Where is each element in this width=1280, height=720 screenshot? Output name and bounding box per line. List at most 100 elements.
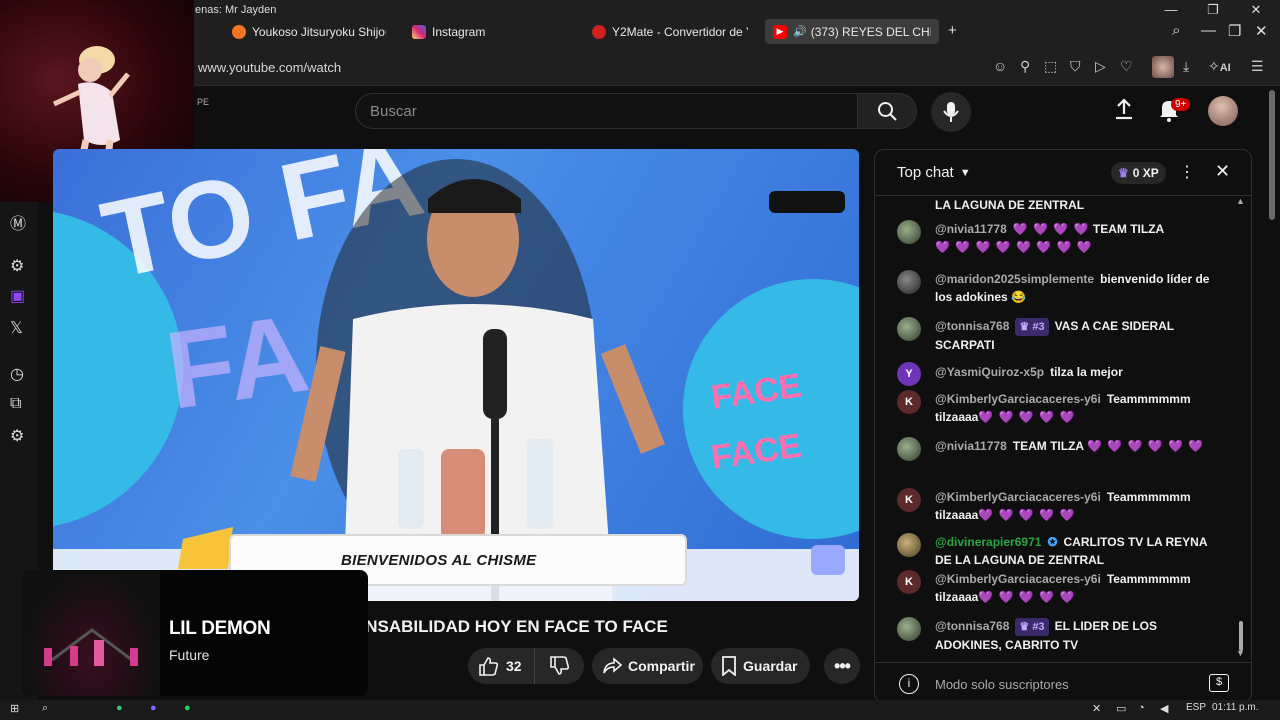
like-dislike-group: 32: [468, 648, 584, 684]
tray-chevron-icon[interactable]: ✕: [1092, 702, 1101, 715]
chat-avatar[interactable]: [897, 617, 921, 641]
more-actions-button[interactable]: •••: [824, 648, 860, 684]
chat-avatar[interactable]: K: [897, 390, 921, 414]
volume-icon[interactable]: ◀: [1160, 702, 1168, 715]
message-text: TEAM TILZA: [1012, 439, 1084, 453]
heart-emojis: 💜 💜 💜 💜 💜: [978, 590, 1076, 604]
search-tabs-icon[interactable]: ⌕: [1172, 22, 1180, 39]
mastodon-icon[interactable]: Ⓜ: [10, 210, 26, 234]
heart-emojis: 💜 💜 💜 💜 💜 💜: [1086, 439, 1205, 453]
chat-avatar[interactable]: [897, 220, 921, 244]
clock[interactable]: 01:11 p.m.: [1212, 702, 1259, 713]
message-author[interactable]: @nivia11778: [935, 222, 1007, 236]
more-icon: •••: [834, 655, 851, 676]
menu-icon[interactable]: ☰: [1251, 58, 1264, 75]
message-author[interactable]: @KimberlyGarciacaceres-y6i: [935, 490, 1101, 504]
instagram-icon: [412, 24, 426, 39]
track-artist: Future: [169, 647, 210, 663]
heart-icon[interactable]: ♡: [1120, 58, 1133, 75]
upload-button[interactable]: [1114, 98, 1134, 125]
heart-emojis: 💜 💜 💜 💜 💜: [978, 410, 1076, 424]
settings-icon[interactable]: ⚙: [10, 426, 24, 446]
minimize-icon[interactable]: —: [1201, 22, 1216, 39]
message-author[interactable]: @maridon2025simplemente: [935, 272, 1094, 286]
scroll-down-icon[interactable]: ▼: [1236, 648, 1245, 658]
chat-message: @KimberlyGarciacaceres-y6i Teammmmmm tilz…: [935, 390, 1225, 426]
tab-instagram[interactable]: Instagram: [404, 19, 574, 44]
xp-badge[interactable]: ♛ 0 XP: [1111, 162, 1166, 184]
pin-icon[interactable]: ⚲: [1020, 58, 1030, 75]
upload-icon: [1116, 98, 1132, 120]
info-icon[interactable]: i: [899, 674, 919, 694]
chat-avatar[interactable]: [897, 533, 921, 557]
close-icon[interactable]: ✕: [1255, 22, 1268, 40]
logo-fragment: PE: [197, 97, 210, 107]
chat-scrollbar-thumb[interactable]: [1239, 621, 1243, 651]
network-icon[interactable]: ▭: [1116, 702, 1126, 715]
os-taskbar: [0, 700, 1280, 720]
start-icon[interactable]: ⊞: [10, 702, 19, 715]
chat-avatar[interactable]: [897, 437, 921, 461]
notification-badge: 9+: [1171, 98, 1191, 111]
like-button[interactable]: 32: [468, 648, 535, 684]
history-icon[interactable]: ◷: [10, 364, 24, 384]
album-art: [22, 570, 160, 696]
wifi-icon[interactable]: ◔: [1138, 702, 1145, 714]
bookmark-icon: [722, 656, 736, 676]
twitch-icon[interactable]: ▣: [10, 286, 25, 306]
voice-search-button[interactable]: [931, 92, 971, 132]
message-author[interactable]: @nivia11778: [935, 439, 1007, 453]
chat-avatar[interactable]: K: [897, 488, 921, 512]
extensions-icon[interactable]: ⧉: [10, 395, 21, 413]
whatsapp-icon[interactable]: ●: [184, 702, 191, 714]
chat-avatar[interactable]: [897, 270, 921, 294]
scroll-up-icon[interactable]: ▲: [1236, 196, 1245, 206]
chat-avatar[interactable]: K: [897, 570, 921, 594]
download-icon[interactable]: ⤓: [1183, 58, 1189, 75]
message-author[interactable]: @tonnisa768: [935, 319, 1009, 333]
dislike-button[interactable]: [535, 648, 583, 684]
tab-y2mate[interactable]: Y2Mate - Convertidor de Y: [584, 19, 756, 44]
chat-mode-dropdown[interactable]: Top chat ▼: [897, 164, 971, 181]
restore-window-icon[interactable]: ❐: [1198, 2, 1228, 18]
spotify-icon[interactable]: ●: [116, 702, 123, 714]
tab-youtube[interactable]: ▶ 🔊 (373) REYES DEL CHIS: [765, 19, 939, 44]
search-button[interactable]: [857, 93, 917, 129]
close-chat-icon[interactable]: ✕: [1215, 161, 1230, 182]
message-author[interactable]: @YasmiQuiroz-x5p: [935, 365, 1044, 379]
subscribers-only-mode: Modo solo suscriptores: [935, 677, 1069, 692]
send-icon[interactable]: ▷: [1095, 58, 1106, 75]
emoji-icon[interactable]: ☺: [993, 58, 1007, 74]
discord-icon[interactable]: ●: [150, 702, 157, 714]
input-language[interactable]: ESP: [1186, 702, 1206, 713]
profile-icon[interactable]: [1152, 56, 1174, 78]
message-author[interactable]: @KimberlyGarciacaceres-y6i: [935, 572, 1101, 586]
restore-icon[interactable]: ❐: [1228, 22, 1241, 40]
screenshot-icon[interactable]: ⬚: [1044, 58, 1057, 75]
chat-menu-icon[interactable]: ⋮: [1179, 162, 1195, 182]
chat-message: @nivia11778 💜 💜 💜 💜 TEAM TILZA 💜 💜 💜 💜 💜 …: [935, 220, 1225, 256]
message-author[interactable]: @divinerapier6971: [935, 535, 1041, 549]
chatgpt-icon[interactable]: ⚙: [10, 256, 24, 276]
url-field[interactable]: www.youtube.com/watch: [198, 60, 341, 75]
x-icon[interactable]: 𝕏: [10, 318, 23, 338]
close-window-icon[interactable]: ✕: [1241, 2, 1271, 18]
save-button[interactable]: Guardar: [711, 648, 810, 684]
tab-label: (373) REYES DEL CHIS: [810, 24, 931, 39]
tab-label: Instagram: [432, 24, 486, 39]
minimize-window-icon[interactable]: —: [1156, 2, 1186, 17]
share-button[interactable]: Compartir: [592, 648, 703, 684]
new-tab-icon[interactable]: +: [948, 22, 957, 39]
search-input[interactable]: [356, 94, 858, 128]
super-chat-icon[interactable]: $: [1209, 674, 1229, 692]
chat-avatar[interactable]: [897, 317, 921, 341]
chat-avatar[interactable]: Y: [897, 362, 921, 386]
message-author[interactable]: @tonnisa768: [935, 619, 1009, 633]
search-icon[interactable]: ⌕: [42, 702, 48, 715]
page-scrollbar-thumb[interactable]: [1269, 90, 1275, 220]
tab-crunchyroll[interactable]: Youkoso Jitsuryoku Shijou: [224, 19, 394, 44]
message-author[interactable]: @KimberlyGarciacaceres-y6i: [935, 392, 1101, 406]
ai-icon[interactable]: ✧AI: [1208, 58, 1231, 75]
avatar[interactable]: [1208, 96, 1238, 126]
pocket-icon[interactable]: ⛉: [1070, 58, 1081, 75]
